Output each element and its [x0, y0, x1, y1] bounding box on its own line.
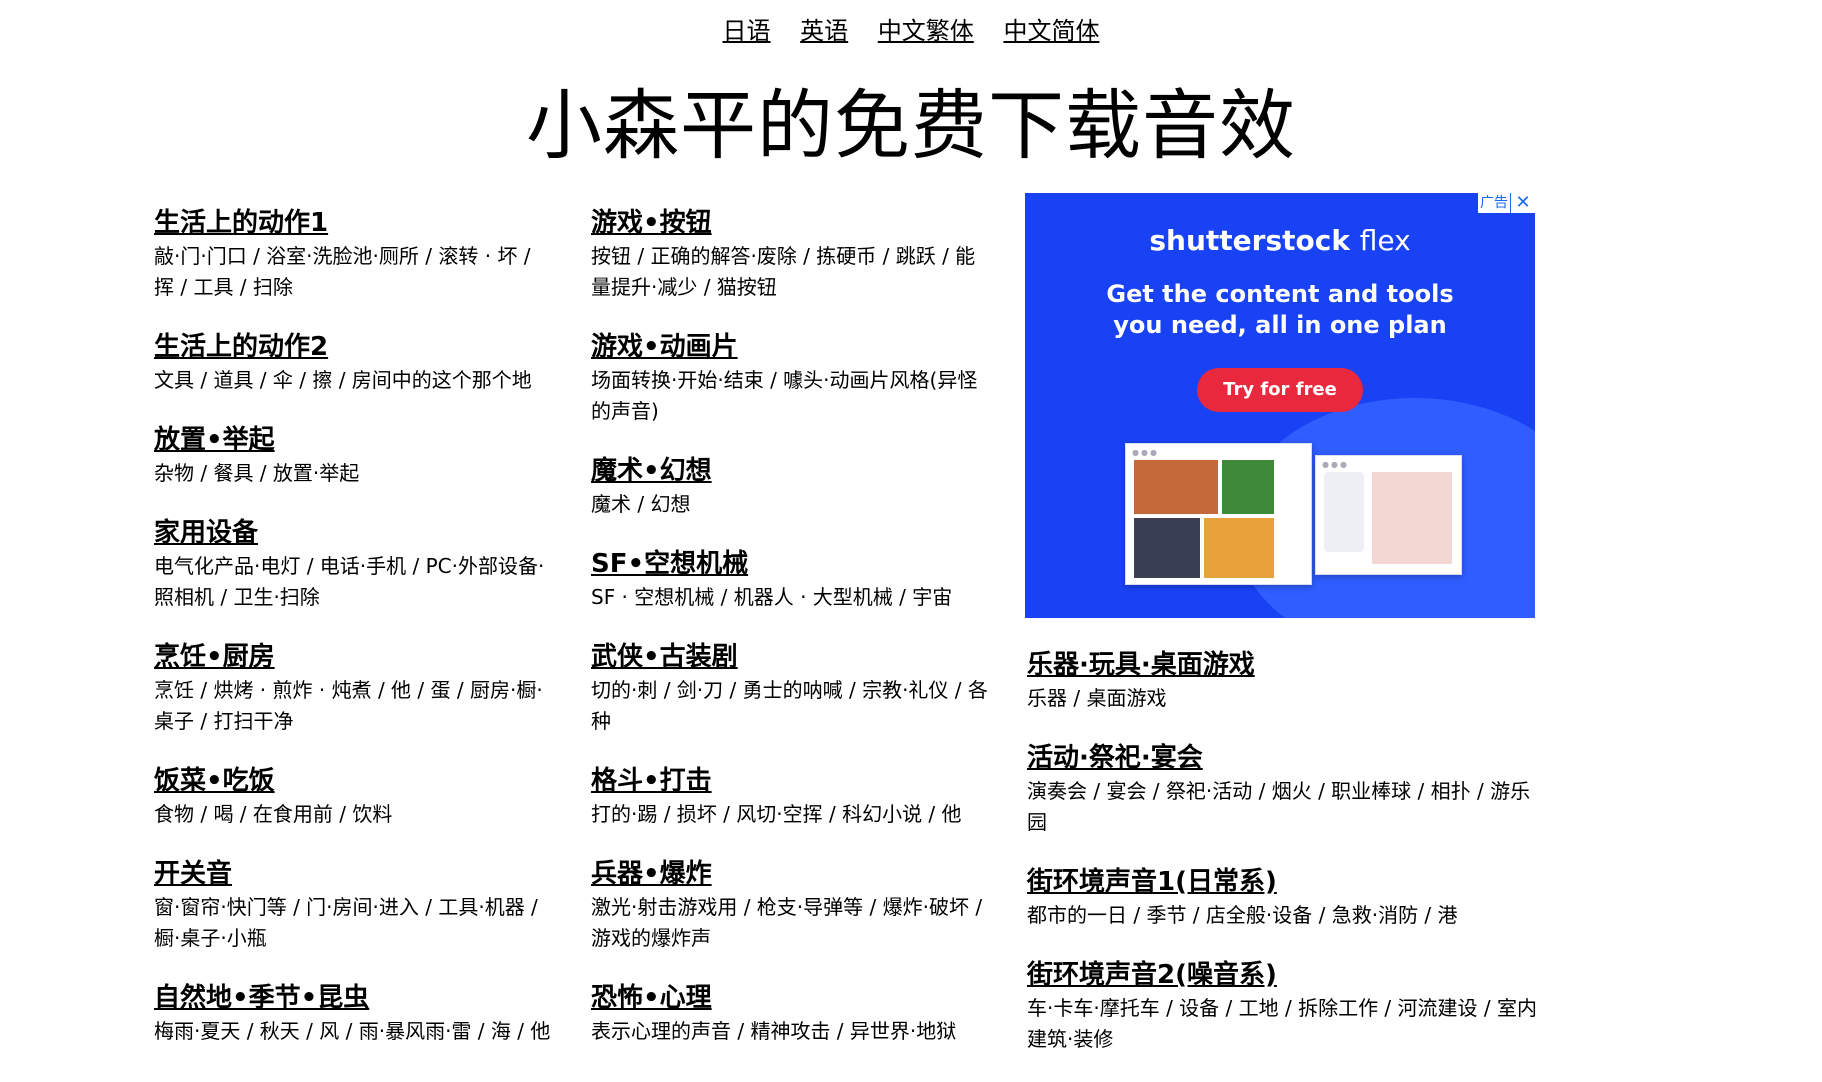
category-description: 都市的一日 / 季节 / 店全般·设备 / 急救·消防 / 港 [1027, 903, 1458, 927]
try-for-free-button[interactable]: Try for free [1197, 368, 1363, 412]
window-dots-icon: ●●● [1322, 460, 1349, 469]
ad-image-tile [1204, 518, 1274, 578]
category-description: 窗·窗帘·快门等 / 门·房间·进入 / 工具·机器 / 橱·桌子·小瓶 [154, 895, 538, 950]
ad-headline-line: Get the content and tools [1106, 280, 1454, 308]
category-link[interactable]: 格斗•打击 [591, 764, 712, 798]
category-link[interactable]: SF•空想机械 [591, 547, 748, 581]
category-link[interactable]: 生活上的动作1 [154, 206, 328, 240]
category-description: 乐器 / 桌面游戏 [1027, 686, 1167, 710]
category-column-1: 生活上的动作1 敲·门·门口 / 浴室·洗脸池·厕所 / 滚转 · 坏 / 挥 /… [154, 206, 554, 1074]
category-item: 格斗•打击打的·踢 / 损坏 / 风切·空挥 / 科幻小说 / 他 [591, 764, 991, 830]
category-item: 生活上的动作1 敲·门·门口 / 浴室·洗脸池·厕所 / 滚转 · 坏 / 挥 /… [154, 206, 554, 303]
category-description: 激光·射击游戏用 / 枪支·导弹等 / 爆炸·破坏 / 游戏的爆炸声 [591, 895, 983, 950]
category-link[interactable]: 饭菜•吃饭 [154, 764, 275, 798]
category-description: 按钮 / 正确的解答·废除 / 拣硬币 / 跳跃 / 能量提升·减少 / 猫按钮 [591, 244, 976, 299]
category-column-2: 游戏•按钮按钮 / 正确的解答·废除 / 拣硬币 / 跳跃 / 能量提升·减少 … [591, 206, 991, 1074]
category-description: 切的·刺 / 剑·刀 / 勇士的呐喊 / 宗教·礼仪 / 各种 [591, 678, 988, 733]
advertisement-banner[interactable]: 广告 ✕ shutterstock flex Get the content a… [1025, 193, 1535, 618]
ad-logo-brand: shutterstock [1149, 224, 1350, 257]
category-description: 场面转换·开始·结束 / 噱头·动画片风格(异怪的声音) [591, 368, 978, 423]
category-link[interactable]: 武侠•古装剧 [591, 640, 738, 674]
ad-product-mockup: ●●● [1125, 443, 1312, 585]
category-item: 家用设备电气化产品·电灯 / 电话·手机 / PC·外部设备·照相机 / 卫生·… [154, 516, 554, 613]
page-title: 小森平的免费下载音效 [526, 81, 1296, 170]
category-item: 开关音窗·窗帘·快门等 / 门·房间·进入 / 工具·机器 / 橱·桌子·小瓶 [154, 857, 554, 954]
category-link[interactable]: 街环境声音1(日常系) [1027, 865, 1277, 899]
category-link[interactable]: 家用设备 [154, 516, 258, 550]
category-item: 兵器•爆炸激光·射击游戏用 / 枪支·导弹等 / 爆炸·破坏 / 游戏的爆炸声 [591, 857, 991, 954]
language-nav: 日语 英语 中文繁体 中文简体 [0, 14, 1822, 48]
category-item: 自然地•季节•昆虫梅雨·夏天 / 秋天 / 风 / 雨·暴风雨·雷 / 海 / … [154, 981, 554, 1047]
category-description: 文具 / 道具 / 伞 / 擦 / 房间中的这个那个地 [154, 368, 532, 392]
category-item: 游戏•按钮按钮 / 正确的解答·废除 / 拣硬币 / 跳跃 / 能量提升·减少 … [591, 206, 991, 303]
category-description: 食物 / 喝 / 在食用前 / 饮料 [154, 802, 393, 826]
category-item: 游戏•动画片场面转换·开始·结束 / 噱头·动画片风格(异怪的声音) [591, 330, 991, 427]
category-description: 电气化产品·电灯 / 电话·手机 / PC·外部设备·照相机 / 卫生·扫除 [154, 554, 545, 609]
category-link[interactable]: 烹饪•厨房 [154, 640, 275, 674]
category-description: 表示心理的声音 / 精神攻击 / 异世界·地狱 [591, 1019, 957, 1043]
category-link[interactable]: 乐器·玩具·桌面游戏 [1027, 648, 1255, 682]
ad-logo: shutterstock flex [1025, 223, 1535, 259]
lang-link-english[interactable]: 英语 [800, 17, 848, 45]
category-description: 演奏会 / 宴会 / 祭祀·活动 / 烟火 / 职业棒球 / 相扑 / 游乐园 [1027, 779, 1531, 834]
category-link[interactable]: 开关音 [154, 857, 232, 891]
category-link[interactable]: 放置•举起 [154, 423, 275, 457]
category-item: 魔术•幻想魔术 / 幻想 [591, 454, 991, 520]
ad-image-tile [1372, 472, 1452, 564]
category-link[interactable]: 自然地•季节•昆虫 [154, 981, 369, 1015]
category-link[interactable]: 游戏•按钮 [591, 206, 712, 240]
category-item: 生活上的动作2 文具 / 道具 / 伞 / 擦 / 房间中的这个那个地 [154, 330, 554, 396]
lang-link-traditional-chinese[interactable]: 中文繁体 [878, 17, 974, 45]
category-item: SF•空想机械 SF · 空想机械 / 机器人 · 大型机械 / 宇宙 [591, 547, 991, 613]
ad-tool-icons [1324, 472, 1364, 552]
category-description: 车·卡车·摩托车 / 设备 / 工地 / 拆除工作 / 河流建设 / 室内建筑·… [1027, 996, 1537, 1051]
category-item: 武侠•古装剧切的·刺 / 剑·刀 / 勇士的呐喊 / 宗教·礼仪 / 各种 [591, 640, 991, 737]
category-item: 街环境声音1(日常系) 都市的一日 / 季节 / 店全般·设备 / 急救·消防 /… [1027, 865, 1547, 931]
category-link[interactable]: 活动·祭祀·宴会 [1027, 741, 1203, 775]
category-link[interactable]: 游戏•动画片 [591, 330, 738, 364]
category-link[interactable]: 街环境声音2(噪音系) [1027, 958, 1277, 992]
lang-link-japanese[interactable]: 日语 [723, 17, 771, 45]
category-item: 恐怖•心理表示心理的声音 / 精神攻击 / 异世界·地狱 [591, 981, 991, 1047]
category-description: 梅雨·夏天 / 秋天 / 风 / 雨·暴风雨·雷 / 海 / 他 [154, 1019, 551, 1043]
close-icon[interactable]: ✕ [1510, 193, 1535, 213]
category-description: SF · 空想机械 / 机器人 · 大型机械 / 宇宙 [591, 585, 953, 609]
category-link[interactable]: 生活上的动作2 [154, 330, 328, 364]
category-link[interactable]: 恐怖•心理 [591, 981, 712, 1015]
ad-headline-line: you need, all in one plan [1113, 311, 1447, 339]
category-column-3: 乐器·玩具·桌面游戏乐器 / 桌面游戏 活动·祭祀·宴会演奏会 / 宴会 / 祭… [1027, 648, 1547, 1082]
category-description: 杂物 / 餐具 / 放置·举起 [154, 461, 360, 485]
category-description: 敲·门·门口 / 浴室·洗脸池·厕所 / 滚转 · 坏 / 挥 / 工具 / 扫… [154, 244, 531, 299]
category-description: 烹饪 / 烘烤 · 煎炸 · 炖煮 / 他 / 蛋 / 厨房·橱·桌子 / 打扫… [154, 678, 543, 733]
category-description: 打的·踢 / 损坏 / 风切·空挥 / 科幻小说 / 他 [591, 802, 962, 826]
ad-choices-badge[interactable]: 广告 ✕ [1478, 193, 1535, 213]
ad-image-tile [1222, 460, 1274, 514]
category-link[interactable]: 兵器•爆炸 [591, 857, 712, 891]
category-item: 乐器·玩具·桌面游戏乐器 / 桌面游戏 [1027, 648, 1547, 714]
category-item: 活动·祭祀·宴会演奏会 / 宴会 / 祭祀·活动 / 烟火 / 职业棒球 / 相… [1027, 741, 1547, 838]
category-item: 饭菜•吃饭食物 / 喝 / 在食用前 / 饮料 [154, 764, 554, 830]
category-link[interactable]: 魔术•幻想 [591, 454, 712, 488]
ad-label: 广告 [1480, 195, 1508, 211]
ad-logo-suffix: flex [1359, 224, 1411, 257]
ad-image-tile [1134, 518, 1200, 578]
window-dots-icon: ●●● [1132, 448, 1159, 457]
category-description: 魔术 / 幻想 [591, 492, 691, 516]
ad-image-tile [1134, 460, 1218, 514]
category-item: 烹饪•厨房烹饪 / 烘烤 · 煎炸 · 炖煮 / 他 / 蛋 / 厨房·橱·桌子… [154, 640, 554, 737]
lang-link-simplified-chinese[interactable]: 中文简体 [1003, 17, 1099, 45]
category-item: 街环境声音2(噪音系) 车·卡车·摩托车 / 设备 / 工地 / 拆除工作 / 河… [1027, 958, 1547, 1055]
ad-headline: Get the content and tools you need, all … [1025, 279, 1535, 341]
category-item: 放置•举起杂物 / 餐具 / 放置·举起 [154, 423, 554, 489]
ad-product-mockup: ●●● [1315, 455, 1462, 575]
